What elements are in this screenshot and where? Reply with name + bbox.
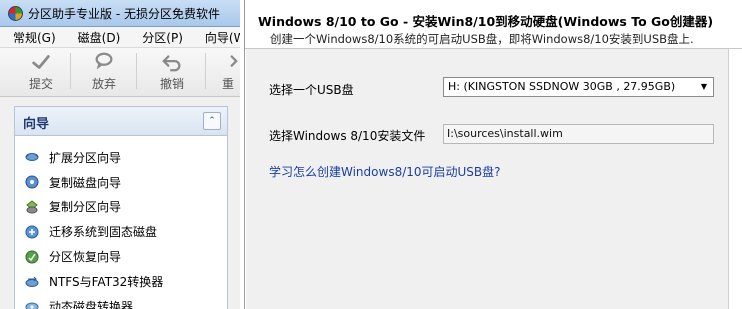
- wizard-item-label: 分区恢复向导: [49, 250, 122, 265]
- usb-select-label: 选择一个USB盘: [269, 83, 354, 97]
- copy-disk-icon: [25, 175, 39, 189]
- wizard-item-partition-recovery[interactable]: 分区恢复向导: [25, 244, 163, 269]
- copy-partition-icon: [25, 200, 39, 214]
- partition-recovery-icon: [25, 250, 39, 264]
- app-logo-icon: [8, 5, 23, 21]
- wizard-item-label: 扩展分区向导: [49, 150, 122, 165]
- windows-to-go-dialog: Windows 8/10 to Go - 安装Win8/10到移动硬盘(Wind…: [244, 0, 742, 309]
- redo-label: 重: [221, 77, 234, 91]
- ntfs-fat32-converter-icon: [25, 274, 39, 288]
- wizard-item-dynamic-disk-converter[interactable]: 动态磁盘转换器: [25, 294, 163, 309]
- migrate-ssd-icon: [25, 225, 39, 239]
- menu-wizard[interactable]: 向导(W): [192, 29, 240, 46]
- undo-label: 撤销: [159, 77, 184, 91]
- usb-disk-select-value: H: (KINGSTON SSDNOW 30GB , 27.95GB): [448, 80, 676, 93]
- wizard-item-ntfs-fat32-converter[interactable]: NTFS与FAT32转换器: [25, 269, 163, 294]
- redo-icon: [230, 55, 238, 67]
- redo-button[interactable]: 重: [208, 51, 240, 93]
- check-icon: [32, 55, 50, 69]
- wizard-item-label: 动态磁盘转换器: [49, 299, 134, 309]
- wizard-list: 扩展分区向导 复制磁盘向导 复制分区向导 迁移系统到固态磁盘 分区恢复向导 NT…: [25, 145, 163, 309]
- wizard-panel: 向导 ⌃ 扩展分区向导 复制磁盘向导 复制分区向导 迁移系统到固态磁盘 分区恢复…: [14, 106, 228, 309]
- help-link[interactable]: 学习怎么创建Windows8/10可启动USB盘?: [269, 163, 501, 180]
- wizard-item-migrate-ssd[interactable]: 迁移系统到固态磁盘: [25, 219, 163, 244]
- menu-disk[interactable]: 磁盘(D): [65, 29, 130, 46]
- wizard-panel-header: 向导 ⌃: [15, 107, 227, 136]
- wizard-panel-title: 向导: [23, 117, 50, 132]
- dialog-body: 选择一个USB盘 H: (KINGSTON SSDNOW 30GB , 27.9…: [246, 49, 729, 309]
- dialog-subtitle: 创建一个Windows8/10系统的可启动USB盘，即将Windows8/10安…: [270, 32, 694, 46]
- wizard-item-extend-partition[interactable]: 扩展分区向导: [25, 145, 163, 170]
- discard-button[interactable]: 放弃: [75, 51, 133, 93]
- menu-general[interactable]: 常规(G): [0, 29, 65, 46]
- submit-label: 提交: [28, 77, 53, 91]
- wizard-item-label: 复制分区向导: [49, 200, 122, 215]
- submit-button[interactable]: 提交: [12, 51, 70, 93]
- wizard-item-label: 复制磁盘向导: [49, 175, 122, 190]
- discard-icon: [95, 52, 113, 70]
- dialog-title: Windows 8/10 to Go - 安装Win8/10到移动硬盘(Wind…: [258, 14, 714, 29]
- wizard-item-copy-disk[interactable]: 复制磁盘向导: [25, 170, 163, 195]
- undo-button[interactable]: 撤销: [143, 51, 201, 93]
- extend-partition-icon: [25, 150, 39, 164]
- window-title: 分区助手专业版 - 无损分区免费软件: [28, 6, 220, 21]
- dialog-header: Windows 8/10 to Go - 安装Win8/10到移动硬盘(Wind…: [245, 0, 742, 49]
- discard-label: 放弃: [91, 77, 116, 91]
- toolbar-separator: [205, 53, 206, 89]
- toolbar-separator: [70, 53, 71, 89]
- wizard-item-label: 迁移系统到固态磁盘: [49, 225, 158, 240]
- dropdown-arrow-icon[interactable]: ▼: [697, 80, 711, 94]
- wizard-item-label: NTFS与FAT32转换器: [49, 274, 164, 289]
- install-file-label: 选择Windows 8/10安装文件: [269, 129, 426, 143]
- install-file-path-field[interactable]: I:\sources\install.wim: [443, 124, 714, 144]
- wizard-item-copy-partition[interactable]: 复制分区向导: [25, 195, 163, 220]
- usb-disk-select[interactable]: H: (KINGSTON SSDNOW 30GB , 27.95GB) ▼: [443, 77, 714, 97]
- title-bar: 分区助手专业版 - 无损分区免费软件: [0, 0, 240, 27]
- dynamic-disk-converter-icon: [25, 299, 39, 309]
- undo-icon: [162, 55, 181, 72]
- menu-bar: 常规(G) 磁盘(D) 分区(P) 向导(W): [0, 27, 240, 48]
- partition-assistant-window: 分区助手专业版 - 无损分区免费软件 常规(G) 磁盘(D) 分区(P) 向导(…: [0, 0, 240, 309]
- menu-partition[interactable]: 分区(P): [129, 29, 192, 46]
- collapse-chevron-up-icon[interactable]: ⌃: [203, 112, 221, 130]
- toolbar-separator: [136, 53, 137, 89]
- toolbar: 提交 放弃 撤销 重: [0, 48, 240, 97]
